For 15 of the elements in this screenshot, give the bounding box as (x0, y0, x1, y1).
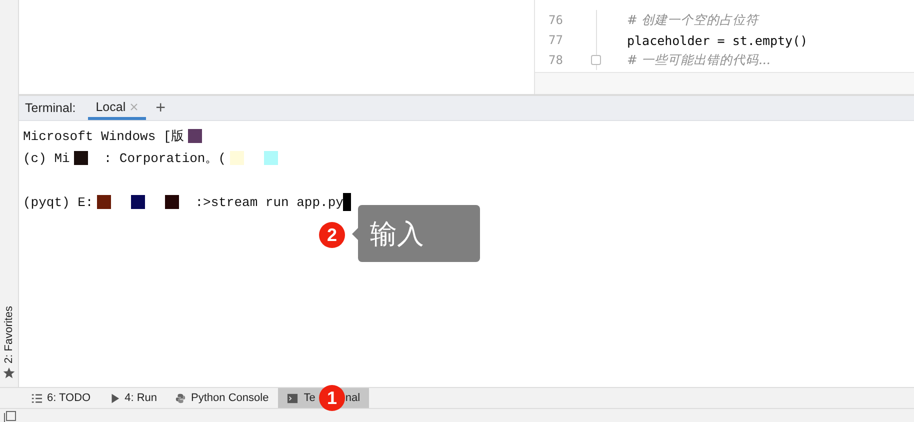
terminal-text: Microsoft Windows [版 (23, 128, 184, 145)
terminal-text: : Corporation。( (104, 150, 226, 167)
terminal-text: (pyqt) E: (23, 194, 94, 210)
code-line: # 一些可能出错的代码... (627, 52, 770, 68)
line-number: 76 (548, 13, 563, 27)
code-line: # 创建一个空的占位符 (627, 12, 758, 28)
line-number: 77 (548, 33, 563, 47)
tab-label-part: Te (304, 392, 316, 404)
terminal-text: (c) Mi (23, 150, 70, 166)
terminal-text: :>stream run app.py (195, 194, 344, 210)
code-line: placeholder = st.empty() (627, 32, 808, 48)
line-number: 78 (548, 53, 563, 67)
tab-label-part: nal (345, 392, 360, 404)
terminal-label: Terminal: (25, 100, 76, 117)
callout-text: 输入 (370, 218, 424, 252)
